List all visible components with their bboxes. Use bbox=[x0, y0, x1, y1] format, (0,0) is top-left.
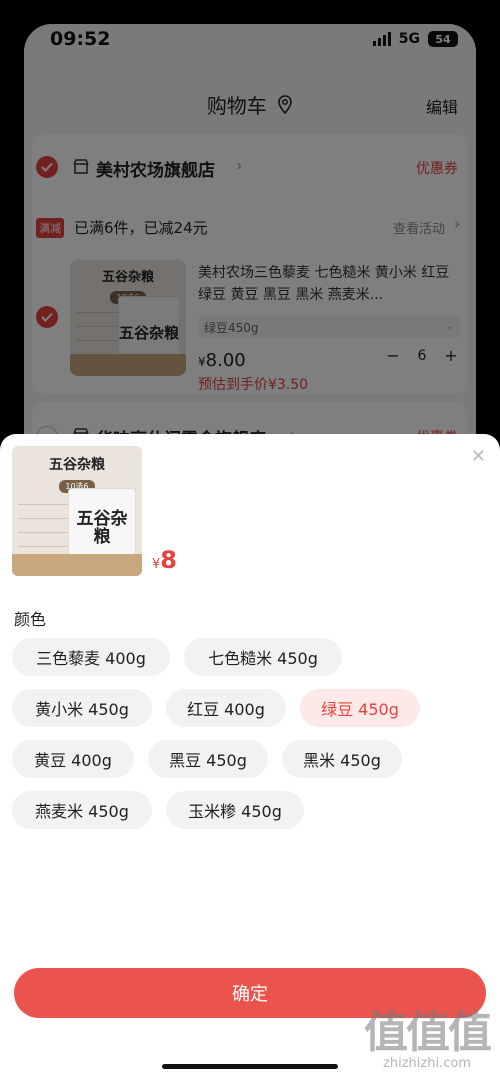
option-chip[interactable]: 黑豆 450g bbox=[148, 740, 268, 778]
option-chip[interactable]: 黄豆 400g bbox=[12, 740, 134, 778]
option-chip[interactable]: 玉米糁 450g bbox=[166, 791, 304, 829]
option-chip[interactable]: 燕麦米 450g bbox=[12, 791, 152, 829]
close-icon[interactable]: ✕ bbox=[471, 446, 486, 467]
option-chip[interactable]: 红豆 400g bbox=[166, 689, 286, 727]
option-chip[interactable]: 七色糙米 450g bbox=[184, 638, 342, 676]
spec-bottom-sheet: ✕ 五谷杂粮 10选6 五谷杂粮 ¥8 颜色 三色藜麦 400g 七色糙米 45… bbox=[0, 434, 500, 1082]
option-chip[interactable]: 三色藜麦 400g bbox=[12, 638, 170, 676]
option-section-label: 颜色 bbox=[14, 610, 47, 629]
watermark-logo: 值值值 zhizhizhi.com bbox=[364, 1007, 492, 1071]
sheet-price: ¥8 bbox=[152, 546, 177, 574]
sheet-product-image[interactable]: 五谷杂粮 10选6 五谷杂粮 bbox=[12, 446, 142, 576]
option-chip[interactable]: 黑米 450g bbox=[282, 740, 402, 778]
option-chip[interactable]: 黄小米 450g bbox=[12, 689, 152, 727]
option-chip-selected[interactable]: 绿豆 450g bbox=[300, 689, 420, 727]
home-indicator[interactable] bbox=[162, 1064, 338, 1069]
